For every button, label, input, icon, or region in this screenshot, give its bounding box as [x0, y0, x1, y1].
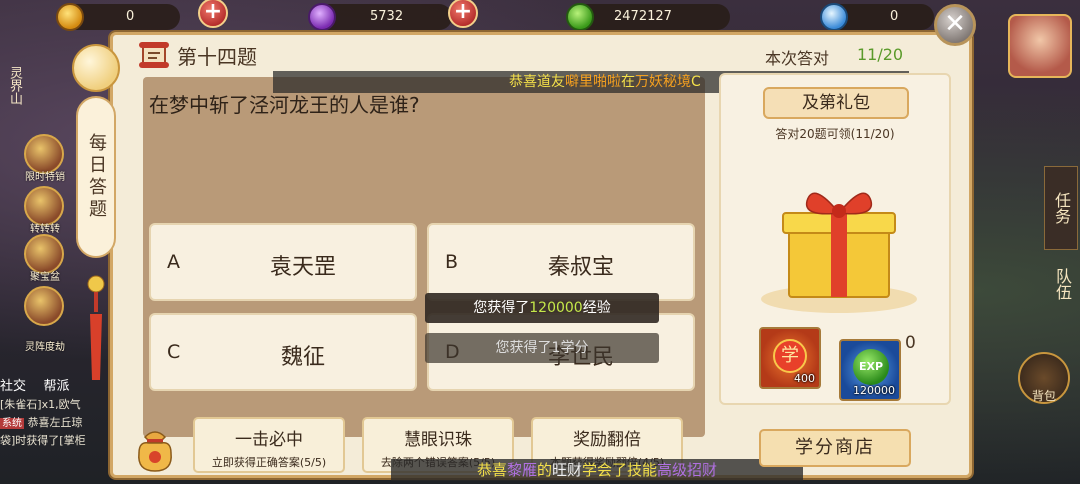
option-b[interactable]: B 秦叔宝: [427, 223, 695, 301]
broadcast-segment: 在: [621, 74, 635, 90]
toast-suffix: 经验: [582, 300, 611, 316]
treasure-bowl-label: 聚宝盆: [30, 272, 60, 283]
question-text: 在梦中斩了泾河龙王的人是谁?: [149, 93, 420, 117]
option-c[interactable]: C 魏征: [149, 313, 417, 391]
study-point-item[interactable]: 学 400: [759, 327, 821, 389]
skill-name: 慧眼识珠: [404, 430, 472, 450]
green-jade-icon: [566, 3, 594, 31]
question-panel: 在梦中斩了泾河龙王的人是谁? A 袁天罡 B 秦叔宝 C 魏征 D 李世民 您获…: [143, 77, 705, 437]
gold-coin-icon: [56, 3, 84, 31]
team-tab[interactable]: 队伍: [1048, 268, 1074, 300]
daily-quiz-label: 每日答题: [76, 96, 116, 258]
quiz-dialog: 第十四题 本次答对 11/20 在梦中斩了泾河龙王的人是谁? A 袁天罡 B 秦…: [110, 32, 972, 481]
daily-quiz-tab: 每日答题: [70, 44, 122, 380]
tribulation-label: 灵阵度劫: [25, 342, 65, 353]
option-letter: C: [167, 341, 181, 363]
option-text: 秦叔宝: [547, 255, 614, 280]
chat-panel[interactable]: 社交 帮派 [朱雀石]x1,欧气 系统 恭喜左丘琼 袋]时获得了[掌柜: [0, 378, 110, 450]
add-gold-button[interactable]: +: [198, 0, 228, 28]
exp-item-name: EXP: [853, 349, 889, 385]
skill-name: 奖励翻倍: [573, 430, 641, 450]
exp-item[interactable]: EXP 120000: [839, 339, 901, 401]
question-number-title: 第十四题: [177, 45, 257, 69]
gift-box-icon[interactable]: [755, 167, 923, 317]
answered-count: 11/20: [857, 45, 904, 64]
close-button[interactable]: ✕: [934, 4, 976, 46]
study-shop-button[interactable]: 学分商店: [759, 429, 911, 467]
broadcast-segment: 恭喜: [476, 461, 507, 479]
right-hud: 任务 队伍 背包: [970, 0, 1080, 484]
lucky-bag-icon[interactable]: [131, 423, 179, 475]
broadcast-segment: 学会了技能: [582, 461, 658, 479]
study-item-name: 学: [773, 339, 807, 373]
answered-label: 本次答对: [765, 49, 830, 68]
toast-exp-value: 120000: [529, 300, 583, 316]
area-name: 灵界山: [7, 66, 22, 105]
option-text: 魏征: [280, 345, 325, 370]
jade-value: 2472127: [614, 9, 672, 24]
skill-sure-hit-button[interactable]: 一击必中 立即获得正确答案(5/5): [193, 417, 345, 473]
option-letter: A: [167, 251, 180, 273]
system-tag: 系统: [0, 418, 24, 429]
scroll-icon: [139, 42, 169, 68]
broadcast-banner-bottom: 恭喜黎雁的旺财学会了技能高级招财: [391, 459, 803, 481]
broadcast-segment: C: [691, 74, 701, 90]
option-text: 袁天罡: [269, 255, 336, 280]
orb-value: 5732: [370, 9, 404, 24]
skill-desc: 立即获得正确答案(5/5): [211, 456, 327, 469]
guild-button[interactable]: 帮派: [44, 379, 70, 394]
reward-value-1: 0: [905, 333, 916, 353]
chat-line: [朱雀石]x1,欧气: [0, 398, 81, 411]
gift-pack-title: 及第礼包: [763, 87, 909, 119]
tassel-icon: [87, 275, 105, 380]
broadcast-segment: 恭喜道友: [509, 74, 565, 90]
toast-prefix: 您获得了: [473, 300, 530, 316]
dialog-header: 第十四题 本次答对 11/20: [113, 35, 969, 71]
exp-reward-toast: 您获得了120000经验: [425, 293, 659, 323]
chat-line: 袋]时获得了[掌柜: [0, 434, 86, 447]
social-button[interactable]: 社交: [0, 379, 26, 394]
diamond-value: 0: [890, 9, 899, 24]
add-orb-button[interactable]: +: [448, 0, 478, 28]
broadcast-segment: 旺财: [552, 461, 583, 479]
resource-bar: 0 + 5732 + 2472127 0: [0, 0, 1080, 34]
diamond-icon: [820, 3, 848, 31]
broadcast-segment: 的: [536, 461, 552, 479]
task-tab[interactable]: 任务: [1044, 166, 1078, 250]
orb-resource: 5732: [308, 3, 452, 31]
chat-text: 恭喜左丘琼: [27, 416, 83, 429]
option-letter: B: [445, 251, 459, 273]
skill-name: 一击必中: [235, 430, 303, 450]
broadcast-segment: 噼里啪啦: [565, 74, 621, 90]
broadcast-segment: 高级招财: [657, 461, 718, 479]
reward-panel: 及第礼包 答对20题可领(11/20) 验 分 0 学 400 EXP 1200…: [719, 73, 951, 405]
broadcast-segment: 黎雁: [506, 461, 537, 479]
chat-line: 系统 恭喜左丘琼: [0, 414, 110, 432]
gift-pack-condition: 答对20题可领(11/20): [775, 127, 895, 141]
gold-resource: 0: [56, 3, 180, 31]
spin-wheel-label: 转转转: [30, 224, 60, 235]
broadcast-segment: 万妖秘境: [635, 74, 691, 90]
item-quantity: 120000: [853, 384, 895, 397]
option-a[interactable]: A 袁天罡: [149, 223, 417, 301]
item-quantity: 400: [794, 372, 815, 385]
jade-resource: 2472127: [566, 3, 730, 31]
purple-orb-icon: [308, 3, 336, 31]
backpack-label: 背包: [1031, 389, 1056, 403]
gold-value: 0: [126, 9, 135, 24]
backpack-button[interactable]: 背包: [1018, 352, 1070, 404]
diamond-resource: 0: [820, 3, 934, 31]
moon-icon: [72, 44, 120, 92]
limited-sale-label: 限时特销: [25, 172, 65, 183]
score-reward-toast: 您获得了1学分: [425, 333, 659, 363]
tribulation-icon[interactable]: [24, 286, 64, 326]
